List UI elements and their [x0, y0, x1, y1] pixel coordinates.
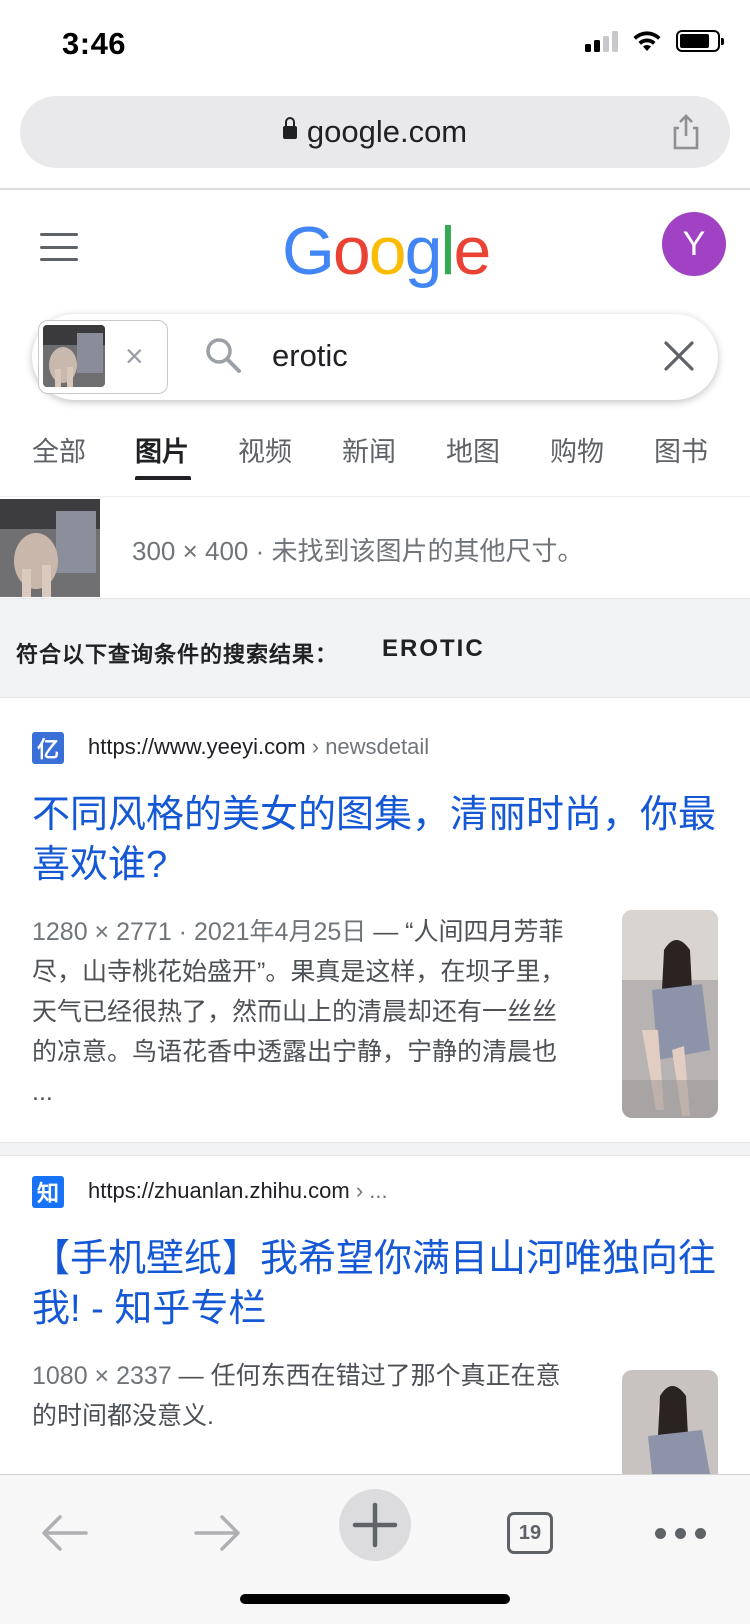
- source-image-thumbnail[interactable]: [0, 499, 100, 597]
- back-button[interactable]: [28, 1497, 100, 1569]
- tab-count-icon: 19: [507, 1512, 553, 1554]
- status-bar: 3:46: [0, 0, 750, 88]
- more-menu-button[interactable]: [644, 1497, 716, 1569]
- image-size-info: 300 × 400 · 未找到该图片的其他尺寸。: [132, 536, 584, 566]
- share-icon[interactable]: [670, 114, 702, 150]
- signal-icon: [585, 30, 618, 52]
- status-time: 3:46: [62, 26, 127, 61]
- result-snippet: 1280 × 2771 · 2021年4月25日 — “人间四月芳菲尽，山寺桃花…: [32, 912, 580, 1112]
- active-tab-indicator: [135, 476, 191, 480]
- new-tab-button[interactable]: [339, 1489, 411, 1561]
- result-url[interactable]: https://www.yeeyi.com › newsdetail: [88, 734, 429, 760]
- tab-news[interactable]: 新闻: [342, 430, 396, 486]
- query-image-chip[interactable]: ×: [38, 320, 168, 394]
- plus-icon: [352, 1502, 398, 1548]
- url-domain: https://zhuanlan.zhihu.com: [88, 1178, 350, 1203]
- result-snippet: 1080 × 2337 — 任何东西在错过了那个真正在意的时间都没意义.: [32, 1356, 580, 1436]
- url-display[interactable]: google.com: [282, 114, 468, 150]
- result-url[interactable]: https://zhuanlan.zhihu.com › ...: [88, 1178, 388, 1204]
- logo-letter: G: [282, 213, 335, 289]
- logo-letter: o: [332, 213, 371, 289]
- tab-videos[interactable]: 视频: [238, 430, 292, 486]
- logo-letter: l: [440, 213, 455, 289]
- result-meta: 1080 × 2337: [32, 1362, 172, 1390]
- result-divider: [0, 1142, 750, 1156]
- search-result: 知 https://zhuanlan.zhihu.com › ... 【手机壁纸…: [0, 1156, 750, 1474]
- tab-shopping[interactable]: 购物: [550, 430, 604, 486]
- logo-letter: o: [368, 213, 407, 289]
- result-title[interactable]: 不同风格的美女的图集，清丽时尚，你最喜欢谁?: [32, 790, 722, 890]
- search-icon[interactable]: [204, 336, 242, 374]
- url-crumb: › newsdetail: [305, 734, 430, 759]
- url-domain: https://www.yeeyi.com: [88, 734, 306, 759]
- back-arrow-icon: [42, 1515, 88, 1551]
- result-meta: 1280 × 2771 · 2021年4月25日: [32, 918, 367, 946]
- forward-button[interactable]: [182, 1497, 254, 1569]
- lock-icon: [282, 117, 297, 140]
- search-result: 亿 https://www.yeeyi.com › newsdetail 不同风…: [0, 698, 750, 1142]
- url-bar[interactable]: google.com: [20, 96, 730, 168]
- wifi-icon: [633, 31, 661, 51]
- status-icons: [585, 30, 724, 52]
- result-thumbnail[interactable]: [622, 910, 718, 1118]
- logo-letter: g: [404, 213, 443, 289]
- tab-maps[interactable]: 地图: [446, 430, 500, 486]
- result-title[interactable]: 【手机壁纸】我希望你满目山河唯独向往我! - 知乎专栏: [32, 1234, 722, 1334]
- account-avatar[interactable]: Y: [662, 212, 726, 276]
- clear-search-icon[interactable]: [660, 337, 698, 375]
- search-tabs: 全部 图片 视频 新闻 地图 购物 图书: [0, 430, 750, 486]
- header-divider: [0, 188, 750, 190]
- tab-switcher-button[interactable]: 19: [494, 1497, 566, 1569]
- hamburger-menu-icon[interactable]: [40, 233, 78, 261]
- search-box[interactable]: ×: [32, 314, 718, 400]
- url-crumb: › ...: [349, 1178, 388, 1203]
- result-snippet-text: — “人间四月芳菲尽，山寺桃花始盛开”。果真是这样，在坝子里，天气已经很热了，然…: [32, 918, 566, 1106]
- url-text: google.com: [306, 114, 468, 149]
- favicon-icon: 知: [32, 1176, 64, 1208]
- banner-term[interactable]: EROTIC: [382, 635, 485, 663]
- battery-icon: [676, 30, 724, 52]
- favicon-icon: 亿: [32, 732, 64, 764]
- home-indicator: [240, 1594, 510, 1604]
- remove-image-icon[interactable]: ×: [125, 338, 144, 374]
- image-info-row: 300 × 400 · 未找到该图片的其他尺寸。: [0, 496, 750, 598]
- result-thumbnail[interactable]: [622, 1370, 718, 1474]
- logo-letter: e: [453, 213, 492, 289]
- query-banner: 符合以下查询条件的搜索结果： EROTIC: [0, 598, 750, 698]
- tab-books[interactable]: 图书: [654, 430, 708, 486]
- query-image-thumbnail: [43, 325, 105, 387]
- search-input[interactable]: [272, 334, 652, 378]
- google-logo[interactable]: Google: [282, 212, 492, 290]
- more-dots-icon: [654, 1527, 706, 1539]
- tab-all[interactable]: 全部: [32, 430, 86, 486]
- forward-arrow-icon: [194, 1515, 240, 1551]
- banner-label: 符合以下查询条件的搜索结果：: [16, 642, 339, 667]
